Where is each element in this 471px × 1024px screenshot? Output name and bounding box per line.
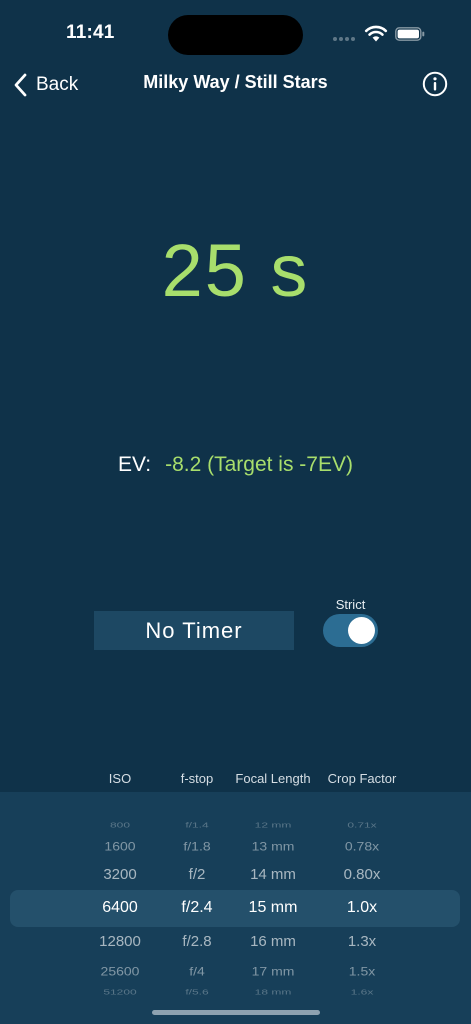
back-button[interactable]: Back <box>12 72 78 98</box>
crop-factor-option[interactable]: 0.80x <box>344 866 381 883</box>
info-icon[interactable] <box>422 71 448 97</box>
strict-label: Strict <box>335 597 366 612</box>
fstop-option[interactable]: f/2.8 <box>182 933 211 950</box>
focal-length-option[interactable]: 13 mm <box>252 839 295 853</box>
status-time: 11:41 <box>66 22 115 43</box>
focal-length-option[interactable]: 14 mm <box>250 866 296 883</box>
crop-factor-option[interactable]: 1.3x <box>348 933 376 950</box>
fstop-option[interactable]: f/4 <box>189 964 205 978</box>
home-indicator <box>152 1010 320 1015</box>
focal-length-option[interactable]: 18 mm <box>255 988 292 996</box>
ev-label: EV: <box>118 453 152 476</box>
chevron-left-icon <box>14 73 27 97</box>
ev-row: EV: -8.2 (Target is -7EV) <box>0 453 471 477</box>
iso-option[interactable]: 25600 <box>101 964 140 978</box>
iso-option[interactable]: 800 <box>110 821 130 829</box>
focal-length-option[interactable]: 17 mm <box>252 964 295 978</box>
picker-selection-band <box>10 890 460 927</box>
focal-length-option-selected[interactable]: 15 mm <box>249 899 298 917</box>
crop-factor-option-selected[interactable]: 1.0x <box>347 899 377 917</box>
iso-option[interactable]: 3200 <box>103 866 136 883</box>
focal-length-option[interactable]: 16 mm <box>250 933 296 950</box>
wifi-icon <box>364 25 388 42</box>
focal-length-option[interactable]: 12 mm <box>255 821 292 829</box>
cellular-signal-icon <box>333 37 357 42</box>
crop-factor-option[interactable]: 1.6x <box>351 988 374 996</box>
dynamic-island <box>168 15 303 55</box>
iso-option-selected[interactable]: 6400 <box>102 899 138 917</box>
iso-option[interactable]: 1600 <box>104 839 135 853</box>
toggle-knob <box>348 617 375 644</box>
strict-toggle[interactable] <box>323 614 378 647</box>
back-label: Back <box>36 74 79 95</box>
fstop-option[interactable]: f/5.6 <box>185 988 208 996</box>
timer-button[interactable]: No Timer <box>94 611 294 650</box>
battery-icon <box>395 27 425 41</box>
iso-option[interactable]: 12800 <box>99 933 141 950</box>
fstop-option[interactable]: f/1.4 <box>185 821 208 829</box>
crop-factor-option[interactable]: 0.78x <box>345 839 379 853</box>
ev-value: -8.2 (Target is -7EV) <box>165 453 353 476</box>
fstop-option[interactable]: f/2 <box>189 866 206 883</box>
exposure-time: 25 s <box>161 229 310 312</box>
crop-factor-header: Crop Factor <box>327 771 397 786</box>
crop-factor-option[interactable]: 1.5x <box>349 964 375 978</box>
fstop-option-selected[interactable]: f/2.4 <box>181 899 212 917</box>
fstop-option[interactable]: f/1.8 <box>183 839 210 853</box>
page-title: Milky Way / Still Stars <box>143 72 328 92</box>
crop-factor-option[interactable]: 0.71x <box>347 821 376 829</box>
iso-option[interactable]: 51200 <box>103 988 136 996</box>
